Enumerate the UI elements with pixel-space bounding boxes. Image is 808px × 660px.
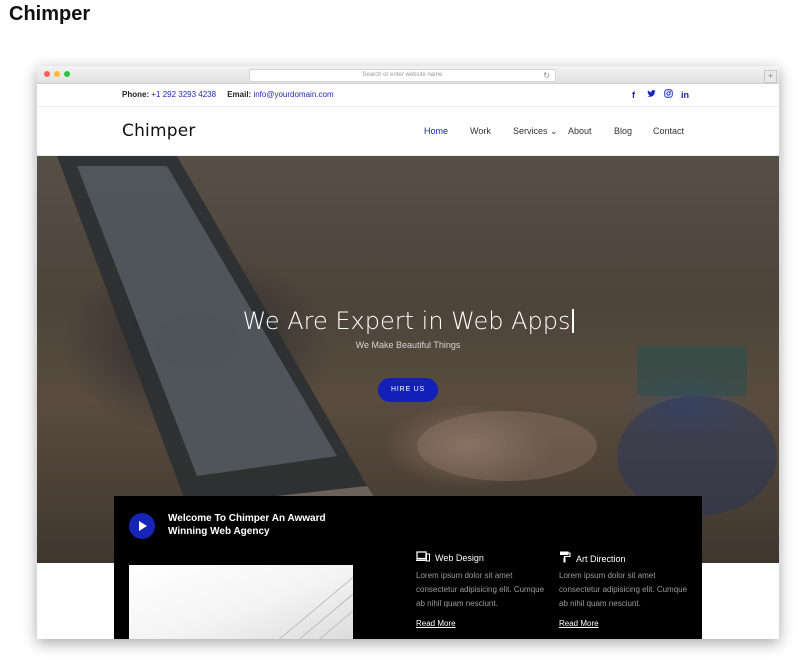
feature-description: Lorem ipsum dolor sit amet consectetur a… bbox=[559, 571, 688, 608]
laptop-mobile-icon bbox=[416, 551, 430, 564]
typing-cursor bbox=[571, 309, 574, 333]
browser-chrome: Search or enter website name ↻ + bbox=[37, 66, 779, 84]
play-video-button[interactable] bbox=[129, 513, 155, 539]
nav-item-home[interactable]: Home bbox=[424, 125, 448, 137]
close-window-dot[interactable] bbox=[44, 71, 50, 77]
facebook-icon[interactable]: f bbox=[632, 89, 635, 101]
thumbnail-detail bbox=[298, 565, 353, 639]
hero-subtitle: We Make Beautiful Things bbox=[355, 340, 461, 350]
nav-item-work[interactable]: Work bbox=[470, 125, 491, 137]
address-bar[interactable]: Search or enter website name ↻ bbox=[249, 69, 556, 82]
address-placeholder: Search or enter website name bbox=[362, 72, 443, 78]
twitter-icon[interactable] bbox=[647, 89, 656, 102]
feature-title: Web Design bbox=[416, 551, 484, 564]
hire-us-button[interactable]: HIRE US bbox=[378, 378, 438, 402]
nav-item-contact[interactable]: Contact bbox=[653, 125, 684, 137]
linkedin-icon[interactable]: in bbox=[681, 89, 689, 101]
brand-logo[interactable]: Chimper bbox=[122, 121, 196, 141]
read-more-link[interactable]: Read More bbox=[559, 618, 599, 630]
feature-description: Lorem ipsum dolor sit amet consectetur a… bbox=[416, 571, 545, 608]
read-more-link[interactable]: Read More bbox=[416, 618, 456, 630]
nav-item-services[interactable]: Services ⌄ bbox=[513, 125, 558, 137]
minimize-window-dot[interactable] bbox=[54, 71, 60, 77]
welcome-panel: Welcome To Chimper An Awward Winning Web… bbox=[114, 496, 702, 639]
nav-item-about[interactable]: About bbox=[568, 125, 592, 137]
email-value[interactable]: info@yourdomain.com bbox=[253, 90, 333, 99]
browser-window: Search or enter website name ↻ + Phone: … bbox=[37, 66, 779, 639]
hero-title: We Are Expert in Web Apps bbox=[37, 306, 779, 336]
reload-icon[interactable]: ↻ bbox=[543, 70, 550, 81]
welcome-title: Welcome To Chimper An Awward Winning Web… bbox=[168, 513, 326, 537]
instagram-icon[interactable] bbox=[664, 89, 673, 101]
contact-topbar: Phone: +1 292 3293 4238 Email: info@your… bbox=[37, 84, 779, 107]
nav-item-blog[interactable]: Blog bbox=[614, 125, 632, 137]
feature-title: Art Direction bbox=[559, 551, 626, 565]
email-label: Email: bbox=[227, 90, 252, 99]
main-navbar: Chimper Home Work Services ⌄ About Blog … bbox=[37, 107, 779, 156]
page-title: Chimper bbox=[9, 3, 91, 25]
phone-label: Phone: bbox=[122, 90, 150, 99]
maximize-window-dot[interactable] bbox=[64, 71, 70, 77]
contact-info: Phone: +1 292 3293 4238 Email: info@your… bbox=[122, 90, 334, 100]
phone-value[interactable]: +1 292 3293 4238 bbox=[151, 90, 216, 99]
video-thumbnail[interactable] bbox=[129, 565, 353, 639]
paint-roller-icon bbox=[559, 551, 571, 565]
new-tab-icon[interactable]: + bbox=[764, 70, 777, 83]
